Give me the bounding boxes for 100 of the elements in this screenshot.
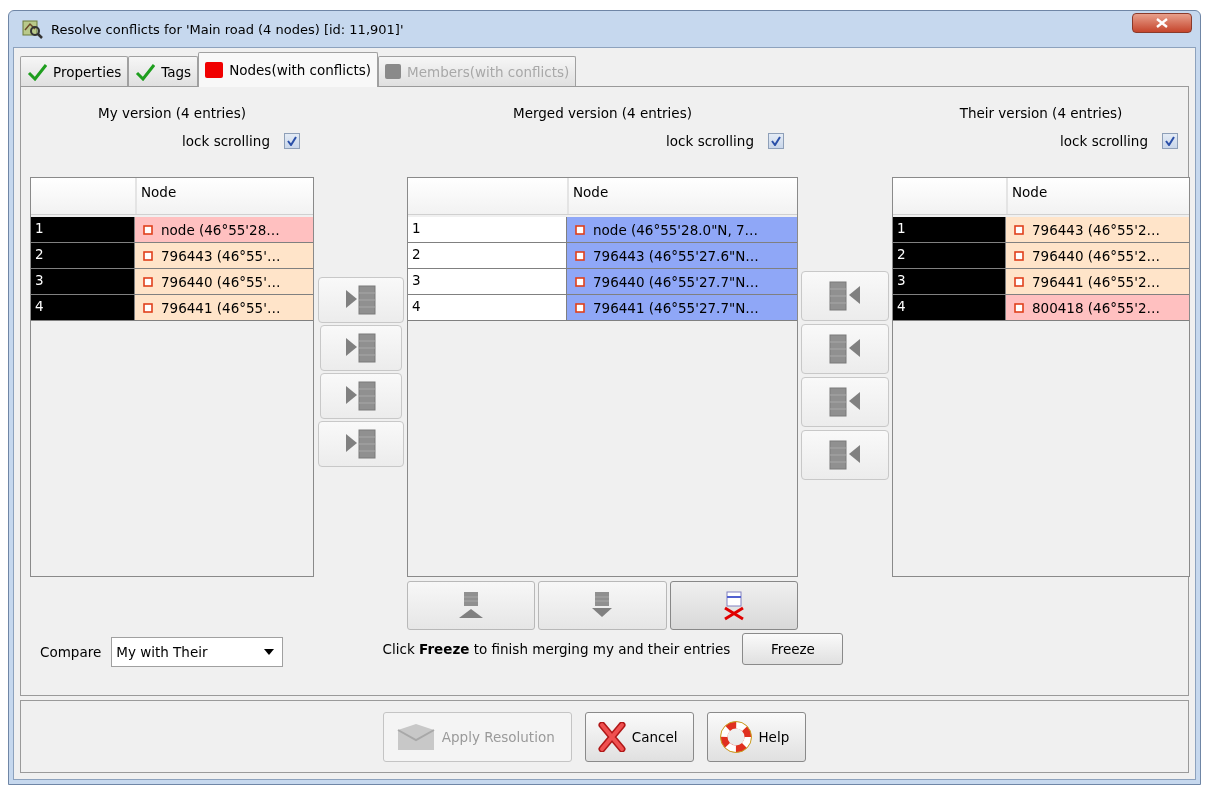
envelope-icon <box>395 721 436 752</box>
row-number-cell: 3 <box>893 269 1006 294</box>
row-number-cell: 2 <box>893 243 1006 268</box>
table-cell[interactable]: 796441 (46°55'… <box>135 295 313 320</box>
remove-button[interactable] <box>669 581 798 630</box>
table-cell[interactable]: 796440 (46°55'2… <box>1006 243 1189 268</box>
node-label: 796443 (46°55'2… <box>1032 221 1160 238</box>
node-label: 796443 (46°55'27.6"N… <box>593 247 759 264</box>
arrow-list-icon <box>344 284 377 316</box>
node-square-icon <box>1014 276 1024 287</box>
node-square-icon <box>143 276 153 287</box>
row-number-cell: 2 <box>408 243 567 268</box>
checkmark-icon <box>771 136 781 146</box>
row-number-cell: 4 <box>408 295 567 320</box>
checkmark-icon <box>287 136 297 146</box>
copy-left-button[interactable] <box>801 324 889 374</box>
node-label: 796440 (46°55'2… <box>1032 247 1160 264</box>
pane-title: My version (4 entries) <box>97 105 247 121</box>
node-label: 796440 (46°55'… <box>161 273 281 290</box>
checkmark-icon <box>1165 136 1175 146</box>
compare-dropdown[interactable]: My with Their <box>111 637 284 667</box>
lifebuoy-icon <box>720 720 753 753</box>
table-cell[interactable]: 796441 (46°55'27.7"N… <box>567 295 797 320</box>
copy-left-button[interactable] <box>801 377 889 427</box>
move-up-button[interactable] <box>407 581 536 630</box>
window-title: Resolve conflicts for 'Main road (4 nodes) [id: 11,901]' <box>51 21 404 37</box>
column-header: Node <box>135 178 313 214</box>
row-number-cell: 4 <box>31 295 135 320</box>
node-label: node (46°55'28.0"N, 7… <box>593 221 759 238</box>
node-square-icon <box>575 224 585 235</box>
table-cell[interactable]: 796440 (46°55'27.7"N… <box>567 269 797 294</box>
list-arrow-icon <box>829 439 861 471</box>
node-square-icon <box>1014 224 1024 235</box>
arrow-list-icon <box>344 332 377 364</box>
table-cell[interactable]: 800418 (46°55'2… <box>1006 295 1189 320</box>
dialog-button[interactable]: Cancel <box>584 711 695 762</box>
tab[interactable]: Nodes(with conflicts) <box>198 52 379 87</box>
arrow-list-icon <box>344 380 377 412</box>
column-header: Node <box>567 178 797 214</box>
check-icon <box>135 62 156 81</box>
row-number-cell: 3 <box>31 269 135 294</box>
node-label: 796440 (46°55'27.7"N… <box>593 273 759 290</box>
square-icon <box>385 64 402 79</box>
copy-right-button[interactable] <box>317 421 404 467</box>
pane-title: Their version (4 entries) <box>958 105 1124 121</box>
node-label: 796441 (46°55'… <box>161 299 281 316</box>
table-cell[interactable]: 796440 (46°55'… <box>135 269 313 294</box>
node-label: node (46°55'28… <box>161 221 280 238</box>
freeze-button[interactable]: Freeze <box>742 633 844 665</box>
copy-right-button[interactable] <box>319 325 402 371</box>
tab[interactable]: Properties <box>20 56 129 86</box>
square-icon <box>205 62 224 78</box>
freeze-instructions: Click Freeze to finish merging my and their entries <box>382 641 731 657</box>
map-magnifier-icon <box>21 18 43 40</box>
compare-label: Compare <box>40 644 102 660</box>
node-square-icon <box>1014 250 1024 261</box>
list-arrow-icon <box>829 280 861 312</box>
row-number-cell: 1 <box>408 217 567 242</box>
table-cell[interactable]: 796443 (46°55'2… <box>1006 217 1189 242</box>
table-cell[interactable]: 796443 (46°55'27.6"N… <box>567 243 797 268</box>
checkbox[interactable] <box>284 133 300 149</box>
column-header: Node <box>1006 178 1189 214</box>
arrow-up-icon <box>459 590 484 621</box>
node-square-icon <box>143 302 153 313</box>
move-down-button[interactable] <box>538 581 667 630</box>
row-number-cell: 2 <box>31 243 135 268</box>
node-square-icon <box>575 302 585 313</box>
arrow-list-icon <box>344 428 377 460</box>
node-square-icon <box>575 250 585 261</box>
checkbox[interactable] <box>768 133 784 149</box>
close-icon <box>1156 18 1168 28</box>
node-label: 796441 (46°55'27.7"N… <box>593 299 759 316</box>
table-cell[interactable]: 796441 (46°55'2… <box>1006 269 1189 294</box>
table-cell[interactable]: node (46°55'28… <box>135 217 313 242</box>
row-number-cell: 1 <box>893 217 1006 242</box>
row-number-cell: 1 <box>31 217 135 242</box>
row-number-cell: 3 <box>408 269 567 294</box>
checkbox[interactable] <box>1162 133 1178 149</box>
checkbox-label: lock scrolling <box>1060 133 1148 149</box>
row-number-cell: 4 <box>893 295 1006 320</box>
caret-down-icon <box>264 649 275 655</box>
table-cell[interactable]: node (46°55'28.0"N, 7… <box>567 217 797 242</box>
node-label: 800418 (46°55'2… <box>1032 299 1160 316</box>
node-label: 796441 (46°55'2… <box>1032 273 1160 290</box>
copy-right-button[interactable] <box>317 277 404 323</box>
close-button[interactable] <box>1132 13 1192 33</box>
node-square-icon <box>1014 302 1024 313</box>
check-icon <box>27 62 47 81</box>
node-square-icon <box>143 224 153 235</box>
node-label: 796443 (46°55'… <box>161 247 281 264</box>
copy-left-button[interactable] <box>801 271 889 321</box>
tab[interactable]: Tags <box>128 56 199 86</box>
copy-right-button[interactable] <box>319 373 402 419</box>
dialog-button[interactable]: Help <box>707 711 807 762</box>
table-cell[interactable]: 796443 (46°55'… <box>135 243 313 268</box>
copy-left-button[interactable] <box>801 430 889 480</box>
node-square-icon <box>143 250 153 261</box>
node-square-icon <box>575 276 585 287</box>
checkbox-label: lock scrolling <box>182 133 270 149</box>
list-arrow-icon <box>829 386 861 418</box>
